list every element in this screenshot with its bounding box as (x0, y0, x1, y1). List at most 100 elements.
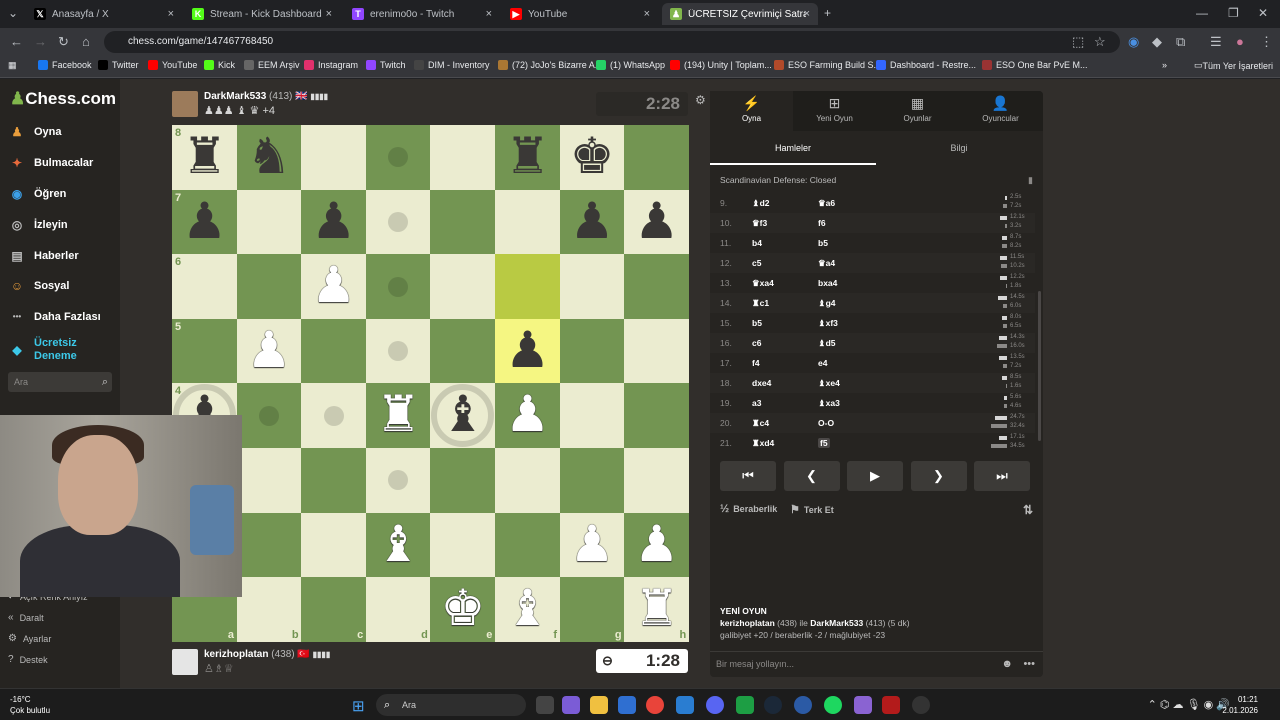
extension-icon[interactable]: ◆ (1152, 34, 1162, 50)
sidebar-item-6[interactable]: ••• Daha Fazlası (8, 308, 101, 326)
bookmark-item[interactable]: EEM Arşiv (244, 60, 300, 70)
board-square[interactable] (430, 254, 496, 320)
chess-com-logo[interactable]: ♟Chess.com (10, 89, 116, 109)
bookmark-item[interactable]: ESO One Bar PvE M... (982, 60, 1088, 70)
move-hint-dot[interactable] (323, 405, 344, 426)
file-explorer-icon[interactable] (536, 696, 554, 714)
black-move[interactable]: ♝xa3 (818, 398, 840, 409)
black-move[interactable]: ♛a6 (818, 198, 835, 209)
book-icon[interactable]: ▮ (1028, 175, 1033, 186)
sidebar-item-1[interactable]: ✦ Bulmacalar (8, 154, 93, 172)
app-icon[interactable] (882, 696, 900, 714)
board-square[interactable] (236, 254, 302, 320)
restore-icon[interactable]: ❐ (1228, 6, 1239, 20)
reload-icon[interactable]: ↻ (58, 34, 69, 50)
windows-start-icon[interactable]: ⊞ (352, 697, 365, 715)
board-square[interactable] (495, 448, 560, 513)
gear-icon[interactable]: ⚙ (695, 93, 706, 107)
white-move[interactable]: a3 (752, 398, 761, 408)
obs-icon[interactable] (912, 696, 930, 714)
black-rook[interactable]: ♜ (172, 125, 237, 190)
board-square[interactable] (624, 383, 690, 449)
install-icon[interactable]: ⬚ (1072, 34, 1084, 50)
app-icon[interactable] (794, 696, 812, 714)
black-move[interactable]: ♝d5 (818, 338, 836, 349)
black-move[interactable]: ♝xf3 (818, 318, 838, 329)
bookmark-star-icon[interactable]: ☆ (1094, 34, 1106, 50)
white-move[interactable]: ♜xd4 (752, 438, 774, 449)
tab-search-icon[interactable]: ⌄ (8, 6, 18, 20)
board-square[interactable] (430, 318, 496, 384)
white-move[interactable]: c5 (752, 258, 761, 268)
sidebar-item-2[interactable]: ◉ Öğren (8, 185, 67, 203)
board-square[interactable] (624, 254, 690, 320)
bookmark-item[interactable]: (72) JoJo's Bizarre A... (498, 60, 602, 70)
menu-icon[interactable]: ⋮ (1260, 34, 1273, 50)
board-square[interactable] (236, 512, 302, 578)
all-bookmarks[interactable]: ▭ Tüm Yer İşaretleri (1194, 60, 1273, 71)
browser-tab[interactable]: ♟ ÜCRETSİZ Çevrimiçi Satranç Oy× (662, 3, 818, 25)
board-square[interactable]: c (301, 577, 367, 643)
black-king[interactable]: ♚ (560, 125, 625, 190)
search-icon[interactable]: ⌕ (102, 372, 108, 392)
white-move[interactable]: ♛xa4 (752, 278, 774, 289)
bookmark-item[interactable]: ESO Farming Build S... (774, 60, 881, 70)
white-pawn[interactable]: ♟ (624, 513, 689, 578)
copilot-icon[interactable] (562, 696, 580, 714)
taskbar-search[interactable]: ⌕ Ara (376, 694, 526, 716)
avatar[interactable] (172, 649, 198, 675)
first-move-button[interactable]: ⏮ (720, 461, 776, 491)
white-rook[interactable]: ♜ (624, 577, 689, 642)
bookmark-item[interactable]: Facebook (38, 60, 92, 70)
white-pawn[interactable]: ♟ (495, 383, 560, 448)
apps-icon[interactable]: ▦ (8, 60, 17, 71)
board-square[interactable] (236, 189, 302, 255)
player-name[interactable]: DarkMark533 (204, 91, 266, 102)
spotify-icon[interactable] (824, 696, 842, 714)
black-move[interactable]: f5 (818, 438, 830, 448)
move-hint-dot[interactable] (388, 211, 409, 232)
resign-button[interactable]: ⚑ Terk Et (790, 503, 834, 516)
black-move[interactable]: ♝g4 (818, 298, 836, 309)
discord-icon[interactable] (706, 696, 724, 714)
board-square[interactable] (430, 189, 496, 255)
board-square[interactable]: g (559, 577, 625, 643)
chrome-icon[interactable] (646, 696, 664, 714)
weather-widget[interactable]: -16°C Çok bulutlu (10, 694, 50, 716)
white-bishop[interactable]: ♝ (366, 513, 431, 578)
chat-input[interactable]: Bir mesaj yollayın... ☻ ••• (710, 651, 1043, 677)
back-icon[interactable]: ← (10, 34, 23, 49)
black-pawn[interactable]: ♟ (301, 190, 366, 255)
bookmark-item[interactable]: Twitter (98, 60, 139, 70)
board-square[interactable]: d (365, 577, 431, 643)
bookmark-item[interactable]: Kick (204, 60, 235, 70)
emoji-icon[interactable]: ☻ (1001, 652, 1013, 676)
white-pawn[interactable]: ♟ (237, 319, 302, 384)
black-rook[interactable]: ♜ (495, 125, 560, 190)
folder-icon[interactable] (590, 696, 608, 714)
board-square[interactable] (559, 318, 625, 384)
black-pawn[interactable]: ♟ (560, 190, 625, 255)
black-pawn[interactable]: ♟ (172, 190, 237, 255)
system-tray[interactable]: ⌃ ⌬ ☁ 🎙 ◉ 🔊 (1148, 698, 1230, 711)
scrollbar[interactable] (1038, 291, 1041, 441)
outlook-icon[interactable] (676, 696, 694, 714)
flip-board-icon[interactable]: ⇅ (1023, 503, 1033, 517)
player-link[interactable]: DarkMark533 (810, 618, 863, 628)
black-move[interactable]: ♛a4 (818, 258, 835, 269)
board-square[interactable] (301, 512, 367, 578)
bookmark-item[interactable]: Dashboard - Restre... (876, 60, 976, 70)
board-square[interactable] (559, 254, 625, 320)
forward-icon[interactable]: → (34, 34, 47, 49)
white-move[interactable]: ♛f3 (752, 218, 767, 229)
prev-move-button[interactable]: ❮ (783, 461, 840, 491)
tab-3[interactable]: 👤 Oyuncular (959, 91, 1042, 131)
extension-icon[interactable]: ◉ (1128, 34, 1139, 50)
white-bishop[interactable]: ♝ (495, 577, 560, 642)
black-pawn[interactable]: ♟ (624, 190, 689, 255)
bookmark-item[interactable]: Twitch (366, 60, 406, 70)
white-move[interactable]: dxe4 (752, 378, 771, 388)
board-square[interactable]: 6 (172, 254, 237, 320)
black-move[interactable]: ♝xe4 (818, 378, 840, 389)
board-square[interactable] (495, 512, 560, 578)
